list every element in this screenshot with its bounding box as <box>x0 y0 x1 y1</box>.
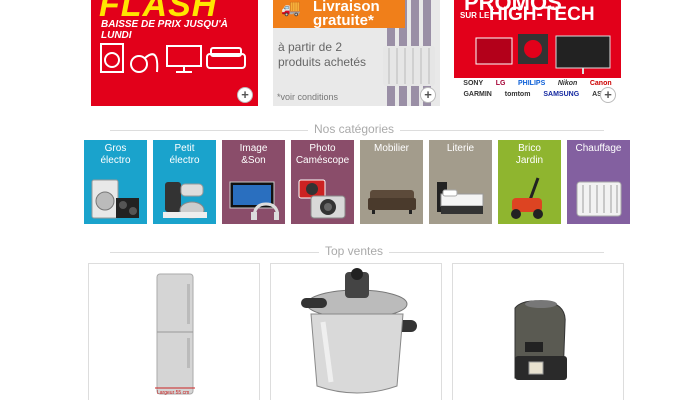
high-tech-banner[interactable]: PROMOS SUR LE HIGH-TECH SONY LG PHILIPS … <box>454 0 621 106</box>
free-delivery-tag: 🚚 Livraison gratuite* <box>273 0 405 28</box>
flash-more-button[interactable]: + <box>237 87 253 103</box>
free-delivery-label: Livraison gratuite* <box>313 0 380 29</box>
brand-philips: PHILIPS <box>518 80 546 87</box>
conditions-text: *voir conditions <box>277 92 339 102</box>
category-label: Image &Son <box>239 143 268 166</box>
product-card-fridge[interactable]: Largeur 55 cm <box>88 263 260 400</box>
category-petit-electro[interactable]: Petit électro <box>153 140 216 224</box>
high-tech-products-icon <box>475 34 611 74</box>
flash-banner[interactable]: FLASH BAISSE DE PRIX JUSQU'À LUNDI + <box>91 0 258 106</box>
brand-garmin: GARMIN <box>463 91 492 98</box>
page: FLASH BAISSE DE PRIX JUSQU'À LUNDI + 🚚 L… <box>0 0 700 400</box>
category-photo-camescope[interactable]: Photo Caméscope <box>291 140 354 224</box>
brand-lg: LG <box>495 80 506 87</box>
free-delivery-text: à partir de 2 produits achetés <box>278 40 367 69</box>
product-card-coffee-machine[interactable] <box>452 263 624 400</box>
free-delivery-banner[interactable]: 🚚 Livraison gratuite* à partir de 2 prod… <box>273 0 440 106</box>
category-gros-electro[interactable]: Gros électro <box>84 140 147 224</box>
washing-machine-icon <box>91 179 139 219</box>
category-label: Gros électro <box>100 143 131 166</box>
high-tech-more-button[interactable]: + <box>600 87 616 103</box>
appliances-icon <box>100 43 246 73</box>
category-label: Literie <box>446 143 475 154</box>
category-label: Chauffage <box>575 143 622 154</box>
fridge-image <box>155 273 195 395</box>
category-list: Gros électro Petit électro Image &Son Ph… <box>84 140 630 224</box>
category-chauffage[interactable]: Chauffage <box>567 140 630 224</box>
fridge-width-caption: Largeur 55 cm <box>157 390 190 396</box>
brand-sony: SONY <box>463 80 484 87</box>
brand-samsung: SAMSUNG <box>543 91 580 98</box>
delivery-more-button[interactable]: + <box>420 87 436 103</box>
coffee-machine-image <box>514 300 567 380</box>
radiator-icon <box>576 181 622 217</box>
flash-subtitle: BAISSE DE PRIX JUSQU'À LUNDI <box>101 19 228 41</box>
truck-icon: 🚚 <box>281 0 301 17</box>
brand-tomtom: tomtom <box>504 91 531 98</box>
promo-main-title: HIGH-TECH <box>489 4 595 25</box>
product-card-pressure-cooker[interactable] <box>270 263 442 400</box>
brands-row-1: SONY LG PHILIPS Nikon Canon <box>454 78 621 89</box>
camera-icon <box>298 179 346 219</box>
category-label: Petit électro <box>169 143 200 166</box>
category-image-son[interactable]: Image &Son <box>222 140 285 224</box>
category-label: Brico Jardin <box>515 143 544 166</box>
category-literie[interactable]: Literie <box>429 140 492 224</box>
top-sales-heading: Top ventes <box>319 244 390 258</box>
category-label: Mobilier <box>373 143 409 154</box>
appliance-icons <box>99 42 249 78</box>
brands-row-2: GARMIN tomtom SAMSUNG ASUS <box>454 89 621 100</box>
brand-canon: Canon <box>589 80 612 87</box>
brand-nikon: Nikon <box>557 80 578 87</box>
pressure-cooker-image <box>301 268 417 394</box>
categories-heading: Nos catégories <box>308 122 401 136</box>
category-label: Photo Caméscope <box>295 143 350 166</box>
category-brico-jardin[interactable]: Brico Jardin <box>498 140 561 224</box>
promo-prefix: SUR LE <box>460 11 490 20</box>
lawn-mower-icon <box>511 177 543 219</box>
brands-strip: SONY LG PHILIPS Nikon Canon GARMIN tomto… <box>454 78 621 106</box>
category-mobilier[interactable]: Mobilier <box>360 140 423 224</box>
mixer-icon <box>163 182 207 219</box>
sofa-icon <box>368 190 416 214</box>
tv-headphones-icon <box>229 181 279 220</box>
bed-icon <box>437 182 484 214</box>
